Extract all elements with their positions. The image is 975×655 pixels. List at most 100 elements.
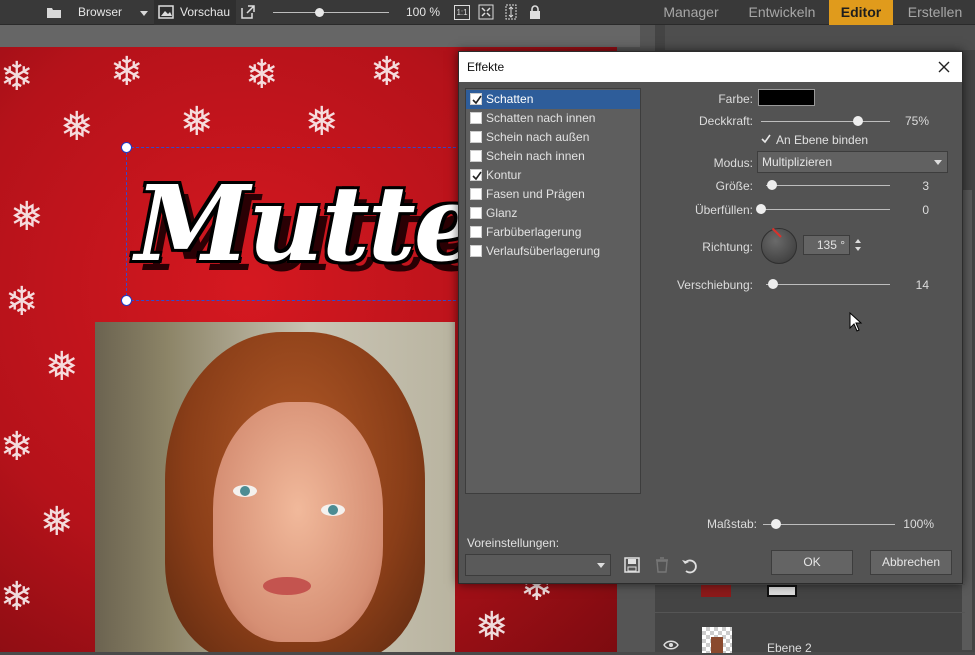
presets-select[interactable] xyxy=(465,554,611,576)
external-open-icon[interactable] xyxy=(240,4,256,20)
folder-icon[interactable] xyxy=(46,4,62,20)
face-shape xyxy=(213,402,383,642)
cancel-button[interactable]: Abbrechen xyxy=(870,550,952,575)
effect-checkbox[interactable] xyxy=(470,169,482,181)
snowflake-decoration: ❅ xyxy=(305,100,339,144)
layer-row-ebene-2[interactable]: Ebene 2 xyxy=(655,612,965,655)
ok-button[interactable]: OK xyxy=(771,550,853,575)
effects-list: Schatten Schatten nach innen Schein nach a… xyxy=(465,88,641,494)
effect-checkbox[interactable] xyxy=(470,245,482,257)
effect-item[interactable]: Kontur xyxy=(466,166,640,185)
effect-label: Kontur xyxy=(486,168,522,182)
effect-checkbox[interactable] xyxy=(470,188,482,200)
blend-mode-value: Multiplizieren xyxy=(762,155,833,169)
zoom-value: 100 % xyxy=(406,5,441,19)
opacity-slider-knob[interactable] xyxy=(852,116,863,126)
spread-slider[interactable] xyxy=(761,209,890,210)
scale-slider-knob[interactable] xyxy=(771,519,782,529)
effect-checkbox[interactable] xyxy=(470,207,482,219)
selection-handle-top-left[interactable] xyxy=(121,142,132,153)
effect-label: Schein nach innen xyxy=(486,149,585,163)
size-slider[interactable] xyxy=(766,185,890,186)
direction-angle-input[interactable]: 135 ° xyxy=(803,235,850,255)
offset-slider-knob[interactable] xyxy=(768,279,779,289)
size-label: Größe: xyxy=(715,179,753,193)
snowflake-decoration: ❅ xyxy=(45,345,79,389)
undo-icon[interactable] xyxy=(680,556,698,574)
mouse-cursor-icon xyxy=(849,312,863,332)
zoom-slider-knob[interactable] xyxy=(315,8,325,17)
effect-label: Farbüberlagerung xyxy=(486,225,582,239)
direction-label: Richtung: xyxy=(702,240,753,254)
opacity-slider[interactable] xyxy=(761,121,890,122)
top-toolbar: Browser Vorschau 100 % 1:1 Manager Entwi… xyxy=(0,0,975,25)
effect-item[interactable]: Farbüberlagerung xyxy=(466,223,640,242)
preview-toggle[interactable]: Vorschau xyxy=(154,0,236,25)
scale-label: Maßstab: xyxy=(706,517,757,531)
effect-label: Glanz xyxy=(486,206,518,220)
color-label: Farbe: xyxy=(718,92,753,106)
angle-spinner[interactable] xyxy=(851,235,865,255)
actual-size-button[interactable]: 1:1 xyxy=(454,5,470,20)
opacity-value: 75% xyxy=(904,114,929,128)
spread-value: 0 xyxy=(922,203,929,217)
effect-checkbox[interactable] xyxy=(470,226,482,238)
close-icon[interactable] xyxy=(936,59,952,75)
fit-screen-icon[interactable] xyxy=(478,4,494,20)
bind-to-layer-checkbox[interactable] xyxy=(760,133,772,145)
scale-slider[interactable] xyxy=(763,524,895,525)
snowflake-decoration: ❅ xyxy=(180,100,214,144)
dialog-titlebar[interactable]: Effekte xyxy=(459,52,962,82)
size-value: 3 xyxy=(922,179,929,193)
effect-item[interactable]: Glanz xyxy=(466,204,640,223)
snowflake-decoration: ❅ xyxy=(10,195,44,239)
effect-label: Schatten nach innen xyxy=(486,111,596,125)
selection-box[interactable] xyxy=(126,147,466,301)
selection-handle-bottom-left[interactable] xyxy=(121,295,132,306)
canvas-header-strip xyxy=(0,25,640,47)
effect-label: Schein nach außen xyxy=(486,130,590,144)
offset-slider[interactable] xyxy=(766,284,890,285)
snowflake-decoration: ❅ xyxy=(60,105,94,149)
spread-slider-knob[interactable] xyxy=(756,204,766,214)
tab-entwickeln[interactable]: Entwickeln xyxy=(739,0,825,25)
chevron-down-icon[interactable] xyxy=(136,5,152,21)
lock-icon[interactable] xyxy=(527,4,543,20)
effect-checkbox[interactable] xyxy=(470,150,482,162)
bind-to-layer-label[interactable]: An Ebene binden xyxy=(776,133,868,147)
fit-height-icon[interactable] xyxy=(503,4,519,20)
layers-scrollbar[interactable] xyxy=(962,190,972,650)
browser-label[interactable]: Browser xyxy=(78,0,122,25)
blend-mode-select[interactable]: Multiplizieren xyxy=(757,151,948,173)
trash-icon[interactable] xyxy=(653,556,671,574)
effect-checkbox[interactable] xyxy=(470,93,482,105)
zoom-slider[interactable] xyxy=(273,12,389,13)
effect-checkbox[interactable] xyxy=(470,112,482,124)
snowflake-decoration: ❄ xyxy=(0,575,34,619)
layer-mask-thumbnail xyxy=(767,585,797,597)
direction-dial[interactable] xyxy=(761,227,797,264)
shadow-color-swatch[interactable] xyxy=(758,89,815,106)
snowflake-decoration: ❄ xyxy=(0,55,34,99)
tab-editor[interactable]: Editor xyxy=(829,0,893,25)
eye-icon[interactable] xyxy=(663,639,679,651)
effect-item[interactable]: Fasen und Prägen xyxy=(466,185,640,204)
tab-erstellen[interactable]: Erstellen xyxy=(900,0,970,25)
layers-panel-header xyxy=(665,25,975,50)
layer-thumbnail xyxy=(702,627,732,653)
layer-row-1[interactable] xyxy=(655,584,965,612)
effect-label: Verlaufsüberlagerung xyxy=(486,244,601,258)
tab-manager[interactable]: Manager xyxy=(651,0,731,25)
effect-item[interactable]: Schein nach innen xyxy=(466,147,640,166)
effect-item[interactable]: Schatten xyxy=(466,90,640,109)
chevron-down-icon xyxy=(597,563,605,568)
effect-checkbox[interactable] xyxy=(470,131,482,143)
effect-item[interactable]: Schatten nach innen xyxy=(466,109,640,128)
snowflake-decoration: ❅ xyxy=(40,500,74,544)
effect-label: Fasen und Prägen xyxy=(486,187,585,201)
chevron-down-icon xyxy=(934,160,942,165)
effect-item[interactable]: Verlaufsüberlagerung xyxy=(466,242,640,261)
save-icon[interactable] xyxy=(623,556,641,574)
effect-item[interactable]: Schein nach außen xyxy=(466,128,640,147)
size-slider-knob[interactable] xyxy=(767,180,778,190)
